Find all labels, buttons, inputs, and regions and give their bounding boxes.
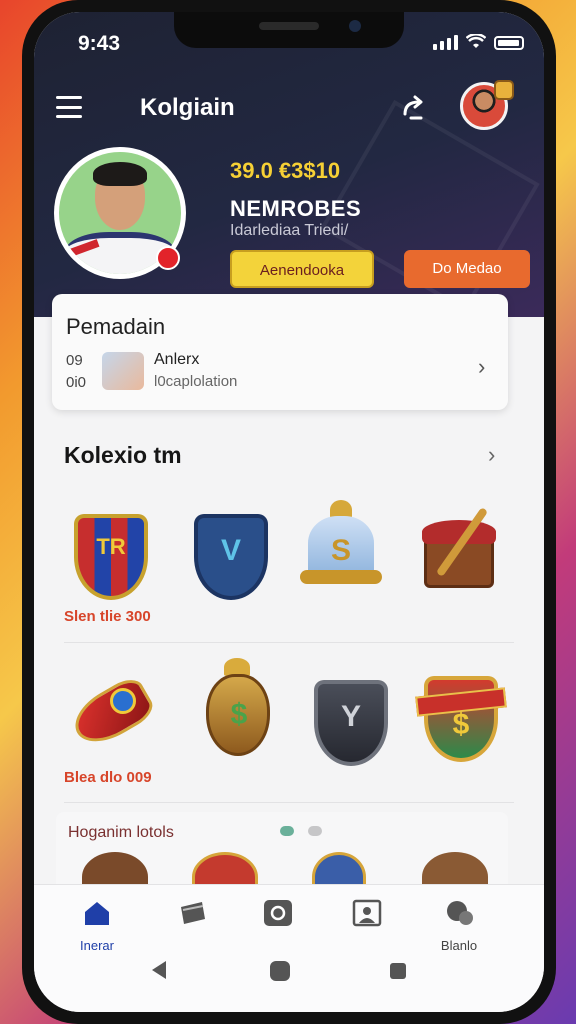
share-icon[interactable] bbox=[398, 92, 430, 124]
info-card[interactable]: Pemadain 09 0i0 Anlerx l0caplolation › bbox=[52, 294, 508, 410]
speaker-grille bbox=[259, 22, 319, 30]
blue-shield-icon[interactable]: V bbox=[186, 508, 276, 608]
collection-chevron-right-icon[interactable]: › bbox=[488, 442, 495, 468]
card-thumbnail bbox=[102, 352, 144, 390]
nav-gallery[interactable] bbox=[332, 899, 402, 932]
profile-stat: 39.0 €3$10 bbox=[230, 158, 341, 183]
battery-icon bbox=[494, 36, 524, 50]
wifi-icon bbox=[466, 34, 486, 48]
card-item-description: l0caplolation bbox=[154, 373, 238, 390]
nav-camera[interactable] bbox=[243, 899, 313, 932]
top-app-bar: Kolgiain bbox=[34, 80, 544, 132]
collection-title: Kolexio tm bbox=[64, 442, 182, 468]
row1-price: Slen tlie 300 bbox=[64, 608, 151, 625]
team-badge-icon bbox=[156, 246, 180, 270]
collection-divider bbox=[64, 642, 514, 643]
nav-chat[interactable]: Blanlo bbox=[424, 899, 494, 953]
system-home-icon[interactable] bbox=[270, 961, 290, 981]
signal-icon bbox=[433, 35, 458, 50]
photo-frame-icon bbox=[352, 899, 382, 927]
app-screen: 9:43 Kolgiain 39.0 €3$10 NEMROBES Idarle… bbox=[34, 12, 544, 1012]
camera-icon bbox=[264, 900, 292, 926]
wallet-icon bbox=[181, 902, 205, 924]
card-number-top: 09 bbox=[66, 352, 83, 369]
app-title: Kolgiain bbox=[140, 94, 235, 121]
nav-chat-label: Blanlo bbox=[440, 938, 478, 953]
red-gem-bullet-icon[interactable] bbox=[65, 666, 159, 766]
phone-frame: 9:43 Kolgiain 39.0 €3$10 NEMROBES Idarle… bbox=[22, 0, 556, 1024]
nav-wallet[interactable] bbox=[158, 899, 228, 932]
card-title: Pemadain bbox=[66, 314, 166, 339]
gold-urn-icon[interactable]: $ bbox=[194, 658, 284, 758]
secondary-action-button[interactable]: Do Medao bbox=[404, 250, 530, 288]
status-time: 9:43 bbox=[78, 32, 121, 55]
gold-bell-icon[interactable]: S bbox=[296, 500, 386, 600]
home-icon bbox=[85, 902, 109, 925]
nav-home-label: Inerar bbox=[80, 938, 114, 953]
chevron-right-icon[interactable]: › bbox=[478, 354, 485, 380]
status-icons bbox=[433, 34, 524, 50]
front-camera bbox=[349, 20, 361, 32]
crest-emblem-icon[interactable]: $ bbox=[415, 670, 507, 770]
bottom-navigation: Inerar Blanlo bbox=[34, 884, 544, 1012]
dark-shield-icon[interactable]: Y bbox=[306, 674, 396, 774]
row2-price: Blea dlo 009 bbox=[64, 769, 152, 786]
profile-subtitle: Idarlediaa Triedi/ bbox=[230, 222, 349, 239]
card-number-bottom: 0i0 bbox=[66, 374, 87, 391]
carousel-dot[interactable] bbox=[308, 826, 322, 836]
treasure-chest-icon[interactable] bbox=[416, 502, 506, 602]
system-back-icon[interactable] bbox=[152, 961, 166, 979]
nav-home[interactable]: Inerar bbox=[62, 899, 132, 953]
chat-bubble-icon bbox=[447, 901, 473, 925]
avatar-badge-icon bbox=[494, 80, 514, 100]
striped-shield-icon[interactable]: TR bbox=[66, 508, 156, 608]
primary-action-button[interactable]: Aenendooka bbox=[230, 250, 374, 288]
system-recents-icon[interactable] bbox=[390, 963, 406, 979]
card-item-name: Anlerx bbox=[154, 351, 200, 368]
collection-divider-2 bbox=[64, 802, 514, 803]
profile-name: NEMROBES bbox=[230, 196, 362, 221]
carousel-dot-active[interactable] bbox=[280, 826, 294, 836]
camera-notch bbox=[174, 12, 404, 48]
promo-title: Hoganim lotols bbox=[68, 824, 174, 841]
hamburger-menu-icon[interactable] bbox=[56, 96, 82, 118]
